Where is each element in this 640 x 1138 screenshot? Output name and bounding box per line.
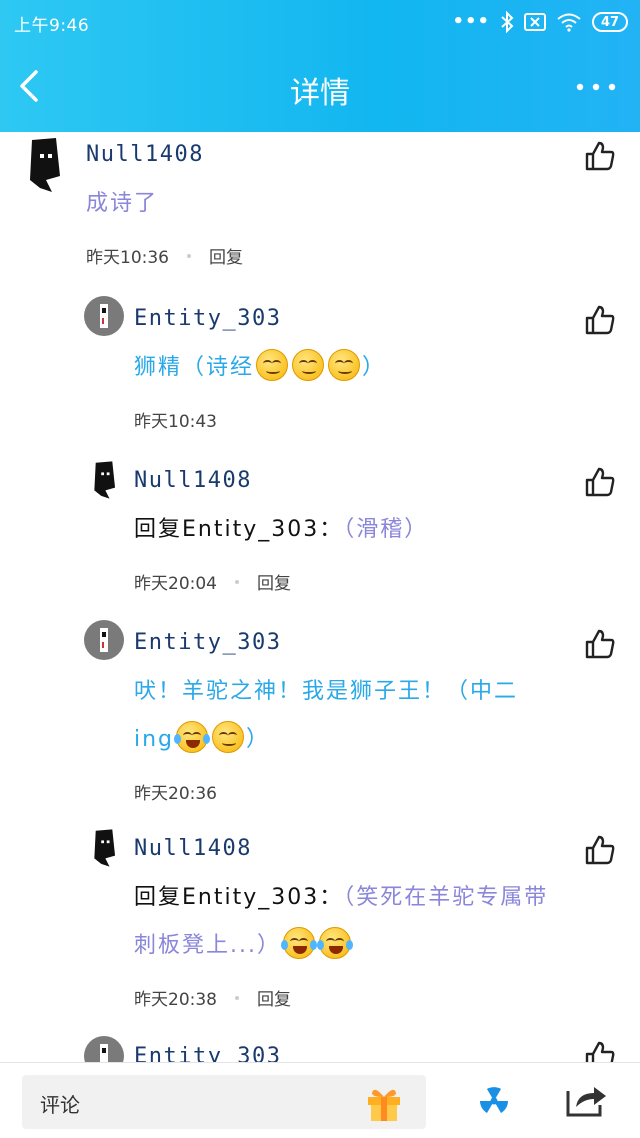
comment-time: 昨天20:36 [134, 784, 217, 804]
comment-text-end: ） [362, 355, 387, 380]
comment-text-line2-end: ） [246, 727, 271, 752]
comment-item: Null1408 成诗了 昨天10:36 回复 [0, 132, 640, 292]
comment-item: Entity_303 [0, 1036, 640, 1062]
reply-prefix: 回复Entity_303： [134, 517, 344, 542]
thumbs-up-icon[interactable] [584, 466, 616, 498]
comment-username[interactable]: Null1408 [86, 142, 204, 167]
reply-body: （滑稽） [343, 517, 429, 542]
black-figure-avatar-icon [94, 461, 116, 499]
entity-figure-avatar-icon [100, 628, 108, 652]
comment-meta: 昨天20:38 回复 [134, 985, 291, 1010]
comment-text-line1: 回复Entity_303：（笑死在羊驼专属带 [134, 874, 620, 922]
separator-dot [235, 579, 239, 584]
signal-dots-icon: ••• [452, 11, 490, 32]
black-figure-avatar-icon [94, 829, 116, 867]
comment-text: 吠！羊驼之神！我是狮子王！（中二 ing ） [134, 668, 604, 764]
comment-item: Null1408 回复Entity_303：（滑稽） 昨天20:04 回复 [0, 458, 640, 618]
entity-figure-avatar-icon [100, 304, 108, 328]
comment-text-line2: 刺板凳上...） [134, 922, 620, 970]
comment-username[interactable]: Null1408 [134, 836, 252, 861]
thumbs-up-icon[interactable] [584, 1040, 616, 1062]
battery-indicator: 47 [592, 12, 628, 32]
reply-body-line1: （笑死在羊驼专属带 [343, 885, 549, 910]
comment-meta: 昨天10:36 回复 [86, 243, 243, 268]
thumbs-up-icon[interactable] [584, 304, 616, 336]
smirk-emoji-icon [212, 721, 245, 753]
smirk-emoji-icon [328, 349, 361, 381]
comment-text: 狮精（诗经 ） [134, 344, 386, 392]
status-time: 上午9:46 [14, 16, 90, 36]
avatar[interactable] [84, 1036, 124, 1062]
thumbs-up-icon[interactable] [584, 628, 616, 660]
header: 上午9:46 ••• 47 详情 [0, 0, 640, 132]
comment-username[interactable]: Entity_303 [134, 630, 281, 655]
radiation-icon[interactable] [474, 1079, 514, 1119]
comment-meta: 昨天20:36 [134, 779, 217, 804]
status-bar: 上午9:46 ••• 47 [0, 0, 640, 44]
comment-item: Entity_303 狮精（诗经 ） 昨天10:43 [0, 294, 640, 454]
separator-dot [187, 253, 191, 258]
share-icon[interactable] [564, 1079, 608, 1119]
comment-username[interactable]: Entity_303 [134, 306, 281, 331]
reply-prefix: 回复Entity_303： [134, 885, 344, 910]
comment-text-line1: 吠！羊驼之神！我是狮子王！（中二 [134, 679, 519, 704]
thumbs-up-icon[interactable] [584, 834, 616, 866]
comment-username[interactable]: Null1408 [134, 468, 252, 493]
avatar[interactable] [84, 296, 124, 336]
gift-icon[interactable] [364, 1083, 404, 1123]
comment-input[interactable]: 评论 [22, 1075, 426, 1129]
laughing-tears-emoji-icon [174, 721, 211, 753]
comment-placeholder: 评论 [40, 1093, 80, 1117]
smirk-emoji-icon [256, 349, 289, 381]
bottom-bar: 评论 [0, 1062, 640, 1138]
thumbs-up-icon[interactable] [584, 140, 616, 172]
comment-time: 昨天10:36 [86, 248, 169, 268]
comment-item: Entity_303 吠！羊驼之神！我是狮子王！（中二 ing ） 昨天20:36 [0, 618, 640, 826]
comment-text-main: 狮精（诗经 [134, 355, 255, 380]
comment-text: 成诗了 [86, 191, 159, 216]
avatar[interactable] [88, 828, 120, 868]
comment-text-line2: ing ） [134, 716, 604, 764]
comment-list[interactable]: Null1408 成诗了 昨天10:36 回复 Entity_303 狮精（诗经… [0, 132, 640, 1062]
comment-time: 昨天10:43 [134, 412, 217, 432]
wifi-icon [557, 13, 581, 32]
comment-meta: 昨天20:04 回复 [134, 569, 291, 594]
laughing-tears-emoji-icon [316, 927, 353, 959]
comment-text: 回复Entity_303：（笑死在羊驼专属带 刺板凳上...） [134, 874, 620, 970]
navbar: 详情 [0, 44, 640, 132]
page-title: 详情 [290, 76, 350, 111]
comment-time: 昨天20:04 [134, 574, 217, 594]
comment-item: Null1408 回复Entity_303：（笑死在羊驼专属带 刺板凳上...）… [0, 826, 640, 1036]
battery-level: 47 [600, 14, 620, 30]
comment-text-line2-start: ing [134, 727, 175, 752]
comment-meta: 昨天10:43 [134, 407, 217, 432]
black-figure-avatar-icon [30, 138, 60, 192]
comment-username[interactable]: Entity_303 [134, 1044, 281, 1062]
avatar[interactable] [88, 460, 120, 500]
smirk-emoji-icon [292, 349, 325, 381]
separator-dot [235, 995, 239, 1000]
avatar[interactable] [84, 620, 124, 660]
bluetooth-icon [501, 11, 514, 33]
status-icons: ••• 47 [452, 10, 628, 34]
avatar[interactable] [22, 136, 66, 194]
reply-button[interactable]: 回复 [257, 569, 291, 594]
comment-text: 回复Entity_303：（滑稽） [134, 506, 428, 554]
reply-body-line2: 刺板凳上...） [134, 933, 281, 958]
comment-time: 昨天20:38 [134, 990, 217, 1010]
laughing-tears-emoji-icon [280, 927, 317, 959]
reply-button[interactable]: 回复 [257, 985, 291, 1010]
entity-figure-avatar-icon [100, 1044, 108, 1062]
reply-button[interactable]: 回复 [209, 243, 243, 268]
more-options-icon[interactable] [574, 72, 618, 102]
sim-disabled-icon [524, 13, 546, 31]
